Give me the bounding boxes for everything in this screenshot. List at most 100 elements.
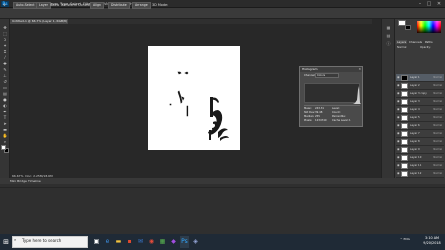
histogram-curve bbox=[305, 86, 361, 104]
visibility-eye-icon[interactable]: ◉ bbox=[397, 147, 400, 151]
store-icon[interactable]: ▦ bbox=[158, 236, 167, 248]
app-icon[interactable]: ◆ bbox=[169, 236, 178, 248]
info-icon[interactable]: ⓘ bbox=[385, 41, 392, 46]
layer-row[interactable]: ◉ Layer 8 Normal bbox=[396, 138, 444, 146]
stat-level-label: Level: bbox=[332, 107, 340, 110]
layer-row[interactable]: ◉ Layer 2 Normal bbox=[396, 82, 444, 90]
layer-row[interactable]: ◉ Layer 10 Normal bbox=[396, 154, 444, 162]
healing-icon[interactable]: ✚ bbox=[2, 61, 8, 66]
layer-thumbnail bbox=[401, 163, 408, 169]
layer-row[interactable]: ◉ Layer 3 copy Normal bbox=[396, 90, 444, 98]
visibility-eye-icon[interactable]: ◉ bbox=[397, 107, 400, 111]
foreground-color-swatch[interactable] bbox=[1, 145, 6, 150]
layer-row[interactable]: ◉ Layer 4 Normal bbox=[396, 106, 444, 114]
visibility-eye-icon[interactable]: ◉ bbox=[397, 75, 400, 79]
histogram-title[interactable]: Histogram bbox=[300, 67, 362, 72]
path-select-icon[interactable]: ➤ bbox=[2, 121, 8, 126]
layer-row[interactable]: ◉ Layer 11 Normal bbox=[396, 162, 444, 170]
layer-row[interactable]: ◉ Layer 7 Normal bbox=[396, 130, 444, 138]
visibility-eye-icon[interactable]: ◉ bbox=[397, 99, 400, 103]
timeline-divider bbox=[0, 187, 445, 188]
visibility-eye-icon[interactable]: ◉ bbox=[397, 91, 400, 95]
color-swatch-primary[interactable] bbox=[398, 20, 406, 26]
arrange-button[interactable]: Arrange bbox=[132, 2, 151, 9]
marquee-icon[interactable]: ⬚ bbox=[2, 31, 8, 36]
align-button[interactable]: Align bbox=[90, 2, 104, 9]
show-transform-controls[interactable]: Show Transform Controls bbox=[50, 2, 92, 9]
minimize-button[interactable]: – bbox=[416, 1, 424, 7]
layer-row[interactable]: ◉ Layer 1 Normal bbox=[396, 74, 444, 82]
histogram-panel: Histogram ✕ Channel: Colors Mean: 243.31… bbox=[299, 66, 363, 127]
visibility-eye-icon[interactable]: ◉ bbox=[397, 171, 400, 175]
move-tool-icon[interactable]: ✥ bbox=[3, 2, 6, 9]
close-button[interactable]: ✕ bbox=[435, 1, 443, 7]
layer-blend-tag: Normal bbox=[433, 132, 442, 135]
layer-row[interactable]: ◉ Layer 9 Normal bbox=[396, 146, 444, 154]
crop-icon[interactable]: ⌗ bbox=[2, 49, 8, 54]
file-explorer-icon[interactable]: ▬ bbox=[114, 236, 123, 248]
eyedropper-icon[interactable]: ⁄ bbox=[2, 55, 8, 60]
close-icon[interactable]: ✕ bbox=[358, 67, 361, 72]
properties-icon[interactable]: ▤ bbox=[385, 33, 392, 38]
layer-name: Layer 3 bbox=[410, 100, 420, 103]
windows-start-icon[interactable]: ⊞ bbox=[1, 236, 11, 248]
document-canvas[interactable] bbox=[148, 46, 240, 150]
stamp-icon[interactable]: ⊥ bbox=[2, 73, 8, 78]
clock[interactable]: 3:10 AM 9/20/2018 bbox=[422, 236, 442, 246]
office-icon[interactable]: ▪ bbox=[125, 236, 134, 248]
pen-icon[interactable]: ✒ bbox=[2, 109, 8, 114]
tab-paths[interactable]: Paths bbox=[425, 40, 433, 44]
blur-icon[interactable]: ● bbox=[2, 97, 8, 102]
tools-panel: ✥ ⬚ ↄ ✦ ⌗ ⁄ ✚ ✎ ⊥ ↺ ▭ ▤ ● ◐ ✒ T ➤ ▬ ✋ ⌕ bbox=[0, 19, 10, 179]
shape-icon[interactable]: ▬ bbox=[2, 127, 8, 132]
edge-icon[interactable]: e bbox=[103, 236, 112, 248]
layer-blend-tag: Normal bbox=[433, 140, 442, 143]
channel-select[interactable]: Colors bbox=[315, 73, 339, 78]
system-tray[interactable]: ^ ENG bbox=[400, 237, 410, 241]
mail-icon[interactable]: ✉ bbox=[136, 236, 145, 248]
history-icon[interactable]: ▦ bbox=[385, 25, 392, 30]
layer-name: Layer 9 bbox=[410, 148, 420, 151]
history-brush-icon[interactable]: ↺ bbox=[2, 79, 8, 84]
visibility-eye-icon[interactable]: ◉ bbox=[397, 115, 400, 119]
auto-select-button[interactable]: Auto-Select bbox=[13, 2, 38, 9]
timeline-tab-bar bbox=[0, 178, 445, 184]
distribute-button[interactable]: Distribute bbox=[108, 2, 130, 9]
layer-name: Layer 11 bbox=[410, 164, 422, 167]
layer-blend-tag: Normal bbox=[433, 116, 442, 119]
tab-layers[interactable]: Layers bbox=[396, 40, 408, 44]
brush-icon[interactable]: ✎ bbox=[2, 67, 8, 72]
dodge-icon[interactable]: ◐ bbox=[2, 103, 8, 108]
lasso-icon[interactable]: ↄ bbox=[2, 37, 8, 42]
task-view-icon[interactable]: ▣ bbox=[92, 236, 101, 248]
chrome-icon[interactable]: ◉ bbox=[147, 236, 156, 248]
visibility-eye-icon[interactable]: ◉ bbox=[397, 123, 400, 127]
layer-row[interactable]: ◉ Layer 6 Normal bbox=[396, 122, 444, 130]
move-icon[interactable]: ✥ bbox=[2, 25, 8, 30]
layer-row[interactable]: ◉ Layer 3 Normal bbox=[396, 98, 444, 106]
gradient-icon[interactable]: ▤ bbox=[2, 91, 8, 96]
visibility-eye-icon[interactable]: ◉ bbox=[397, 131, 400, 135]
eraser-icon[interactable]: ▭ bbox=[2, 85, 8, 90]
maximize-button[interactable]: □ bbox=[425, 1, 433, 7]
stat-count-label: Count: bbox=[332, 111, 341, 114]
visibility-eye-icon[interactable]: ◉ bbox=[397, 155, 400, 159]
visibility-eye-icon[interactable]: ◉ bbox=[397, 83, 400, 87]
visibility-eye-icon[interactable]: ◉ bbox=[397, 163, 400, 167]
blend-mode-select[interactable]: Normal bbox=[397, 46, 406, 49]
layer-row[interactable]: ◉ Layer 5 Normal bbox=[396, 114, 444, 122]
tab-channels[interactable]: Channels bbox=[409, 40, 422, 44]
tab-mini-bridge[interactable]: Mini Bridge bbox=[10, 179, 27, 183]
zoom-icon[interactable]: ⌕ bbox=[2, 139, 8, 144]
tab-timeline[interactable]: Timeline bbox=[28, 179, 41, 183]
stat-mean-value: 243.31 bbox=[315, 107, 325, 110]
layer-row[interactable]: ◉ Layer 12 Normal bbox=[396, 170, 444, 178]
magic-wand-icon[interactable]: ✦ bbox=[2, 43, 8, 48]
app-icon-2[interactable]: ◈ bbox=[191, 236, 200, 248]
layer-dropdown[interactable]: Layer bbox=[36, 2, 51, 9]
type-icon[interactable]: T bbox=[2, 115, 8, 120]
hand-icon[interactable]: ✋ bbox=[2, 133, 8, 138]
photoshop-taskbar-icon[interactable]: Ps bbox=[180, 236, 189, 248]
collapsed-panels-strip: ▦ ▤ ⓘ bbox=[381, 19, 394, 178]
visibility-eye-icon[interactable]: ◉ bbox=[397, 139, 400, 143]
